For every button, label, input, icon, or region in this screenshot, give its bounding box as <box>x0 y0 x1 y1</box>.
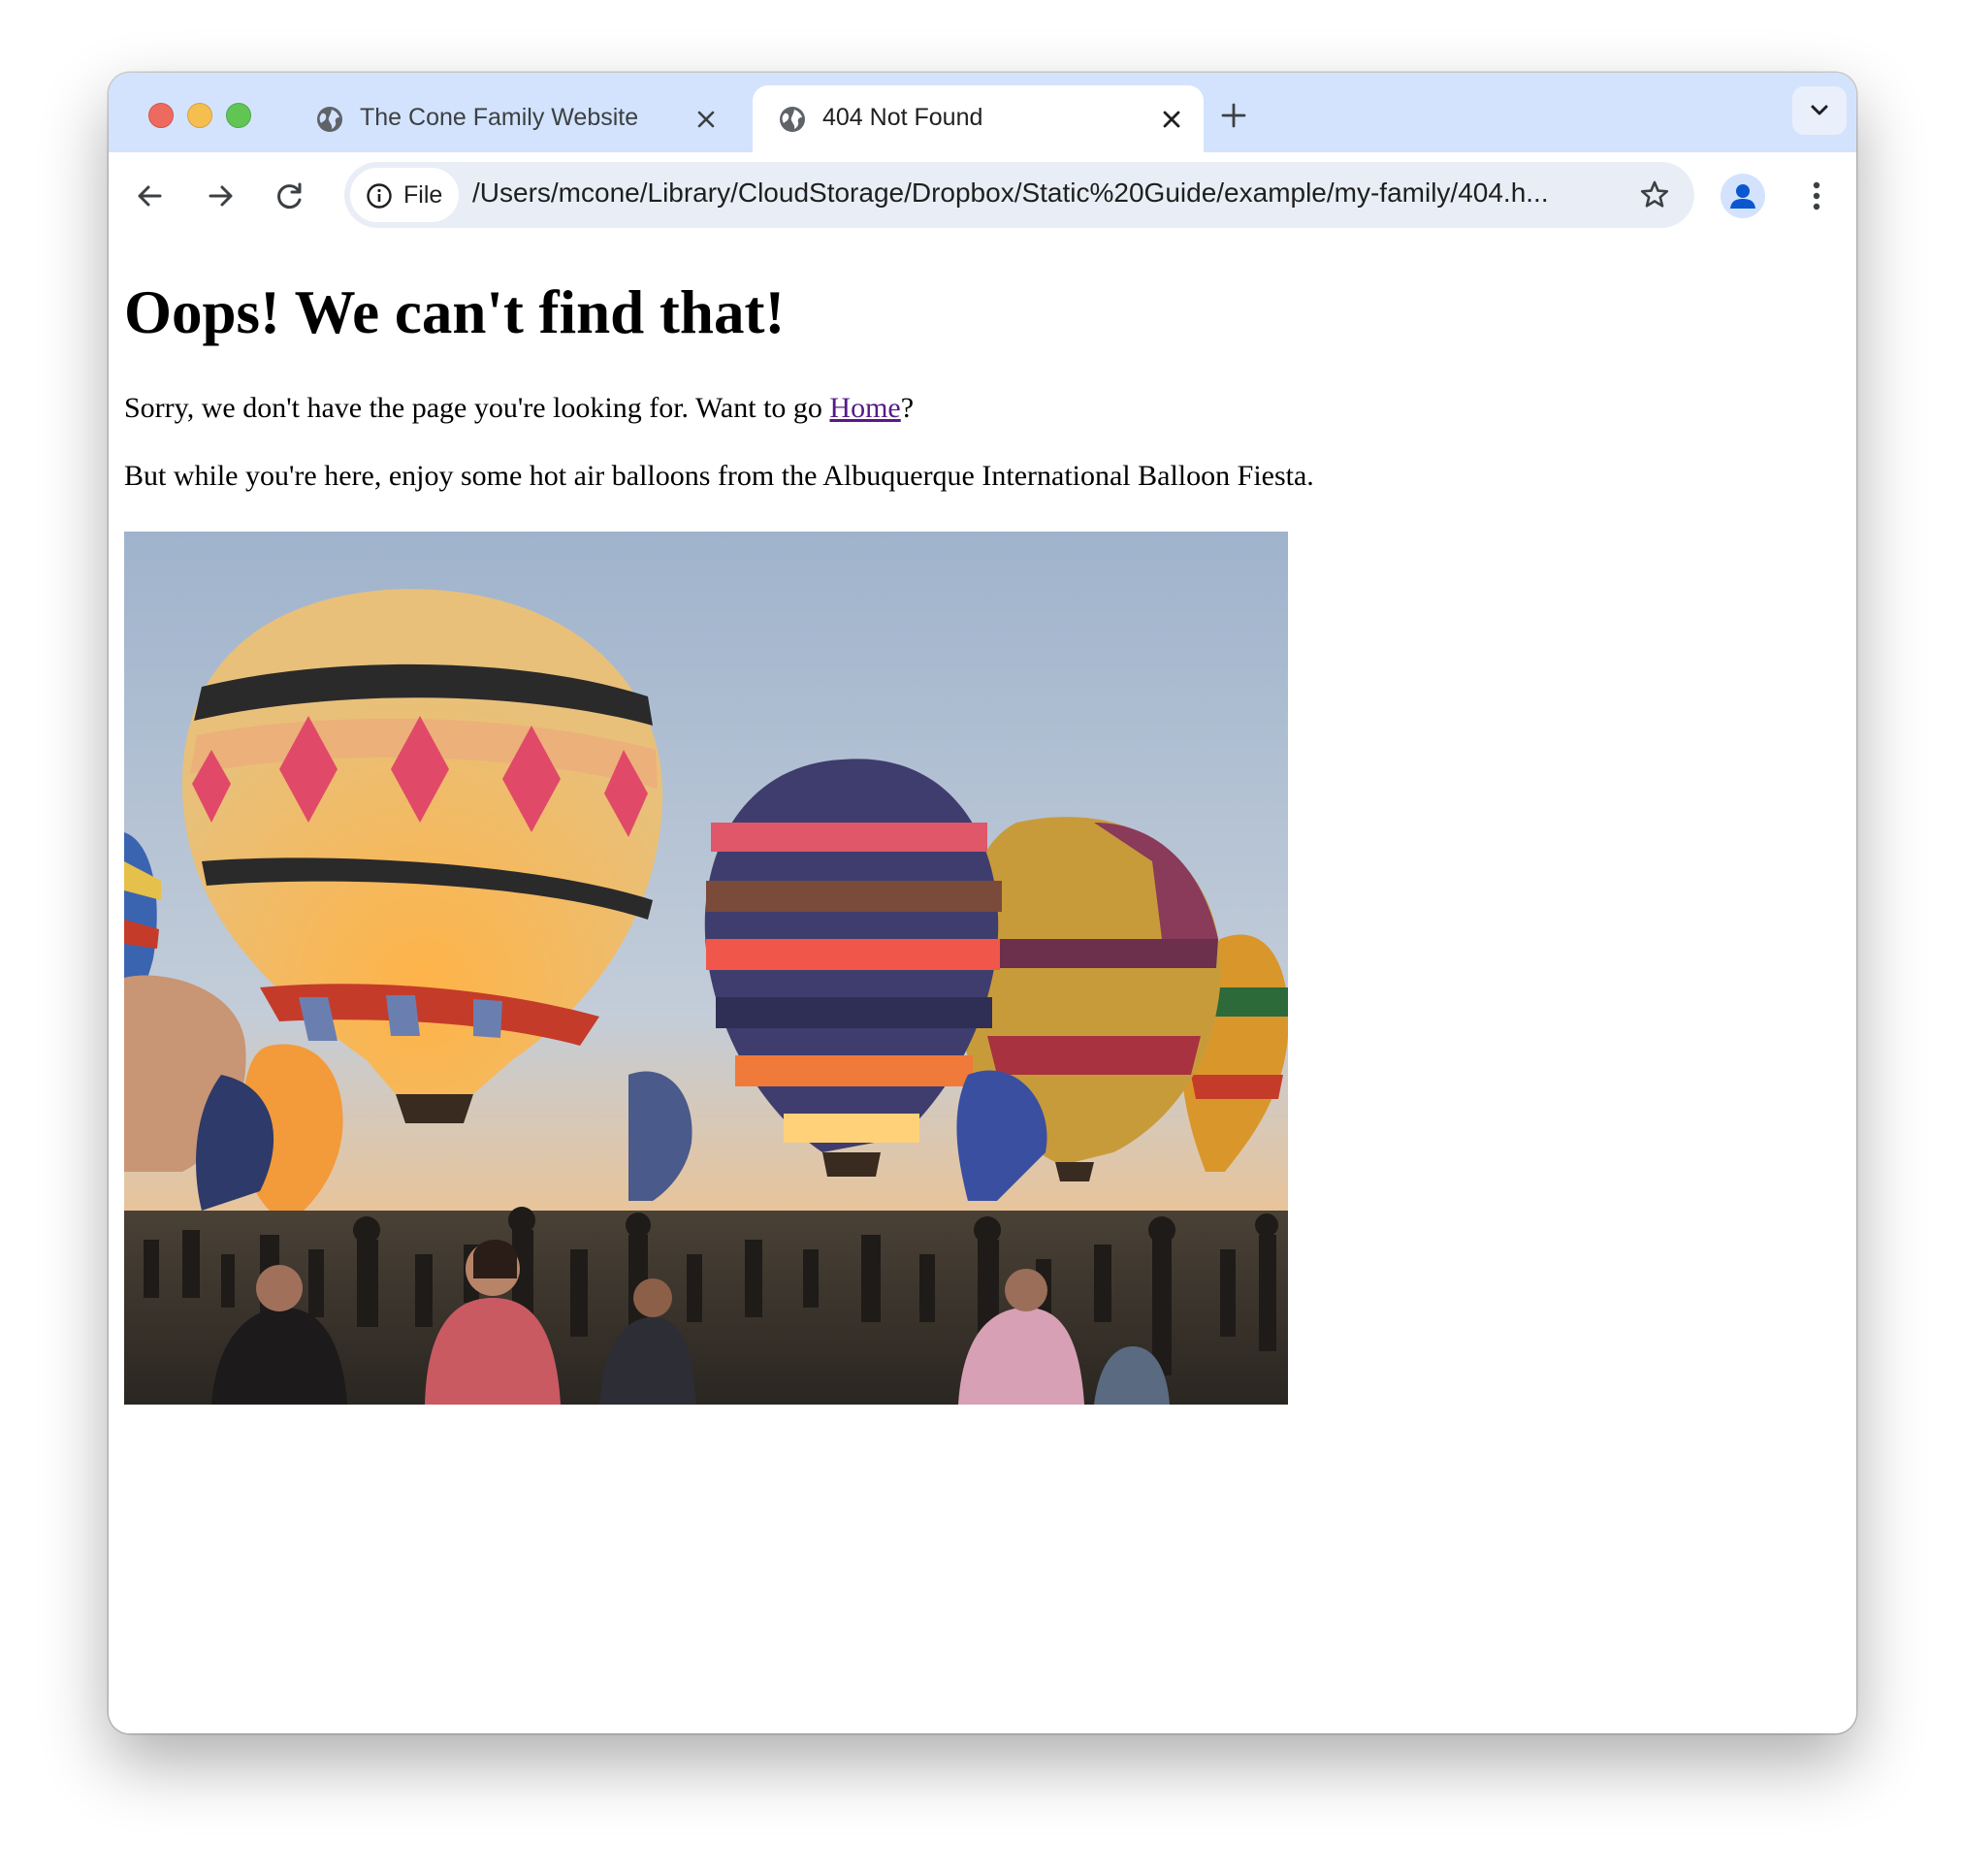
balloon-fiesta-photo <box>124 532 1288 1405</box>
browser-toolbar: File /Users/mcone/Library/CloudStorage/D… <box>109 152 1856 243</box>
close-window-button[interactable] <box>148 103 174 128</box>
address-bar[interactable]: File /Users/mcone/Library/CloudStorage/D… <box>344 162 1694 228</box>
scheme-label: File <box>403 181 443 209</box>
globe-icon <box>780 107 805 132</box>
browser-window: The Cone Family Website 404 Not Found Fi… <box>109 73 1856 1733</box>
chevron-down-icon <box>1811 105 1828 115</box>
person-icon <box>1730 184 1755 209</box>
tab-404-not-found[interactable]: 404 Not Found <box>753 85 1204 152</box>
close-tab-icon[interactable] <box>1157 105 1186 134</box>
page-content: Oops! We can't find that! Sorry, we don'… <box>109 242 1856 1733</box>
maximize-window-button[interactable] <box>226 103 251 128</box>
home-link[interactable]: Home <box>829 392 900 424</box>
minimize-window-button[interactable] <box>187 103 212 128</box>
new-tab-plus-icon[interactable] <box>1217 99 1250 132</box>
url-text[interactable]: /Users/mcone/Library/CloudStorage/Dropbo… <box>472 178 1636 209</box>
tab-strip: The Cone Family Website 404 Not Found <box>109 73 1856 152</box>
tab-search-button[interactable] <box>1792 86 1847 135</box>
tab-title: 404 Not Found <box>822 104 983 131</box>
profile-avatar[interactable] <box>1721 174 1765 218</box>
back-arrow-icon[interactable] <box>128 174 173 218</box>
reload-icon[interactable] <box>268 174 312 218</box>
page-heading: Oops! We can't find that! <box>124 278 786 346</box>
sorry-text: Sorry, we don't have the page you're loo… <box>124 392 830 424</box>
forward-arrow-icon[interactable] <box>198 174 242 218</box>
question-mark: ? <box>900 392 915 424</box>
balloon-paragraph: But while you're here, enjoy some hot ai… <box>124 460 1314 492</box>
globe-icon <box>317 107 342 132</box>
info-icon <box>367 183 392 209</box>
tab-cone-family-website[interactable]: The Cone Family Website <box>290 85 738 152</box>
tab-title: The Cone Family Website <box>360 104 639 131</box>
more-vertical-icon[interactable] <box>1794 174 1839 218</box>
close-tab-icon[interactable] <box>692 105 721 134</box>
bookmark-star-icon[interactable] <box>1638 178 1671 211</box>
site-info-chip[interactable]: File <box>350 168 459 222</box>
sorry-paragraph: Sorry, we don't have the page you're loo… <box>124 392 914 425</box>
